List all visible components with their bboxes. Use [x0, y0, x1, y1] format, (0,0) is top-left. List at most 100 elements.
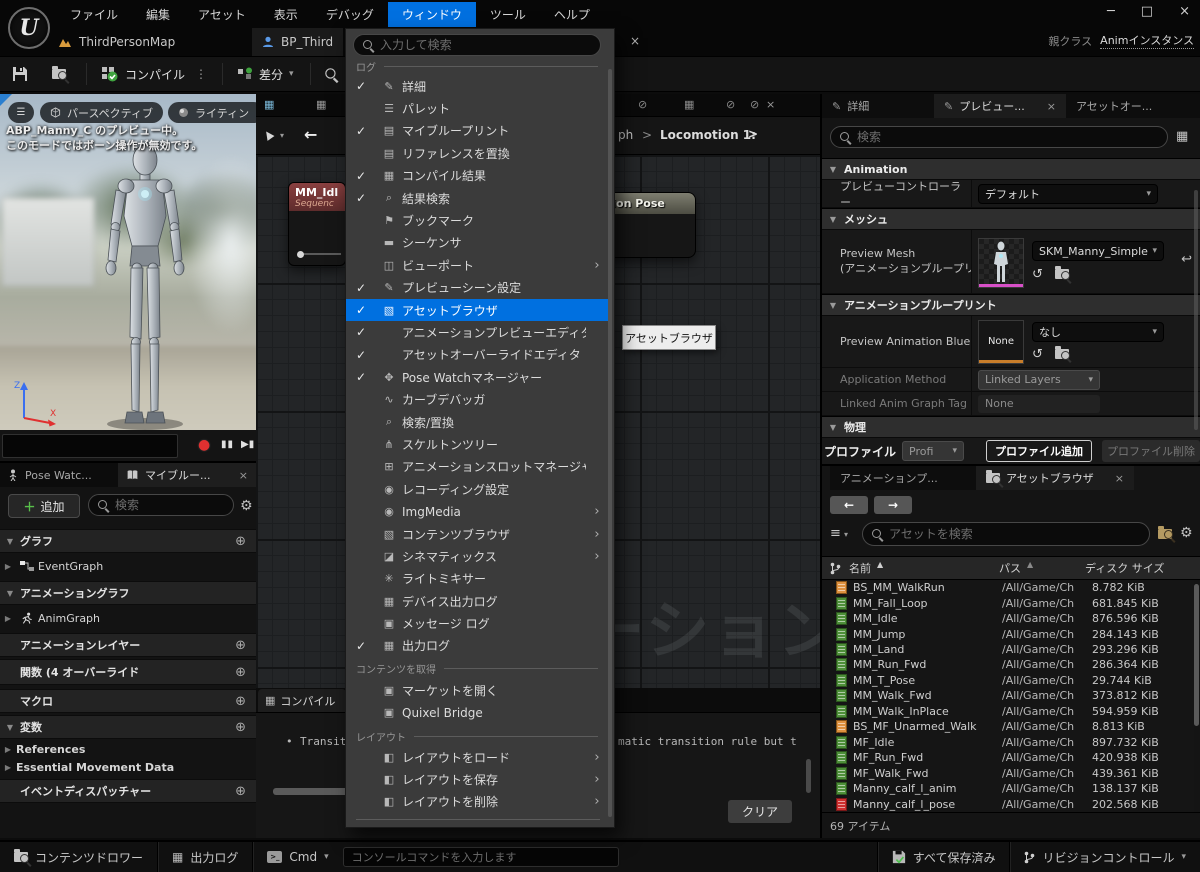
use-selected-asset-icon[interactable]: ↺: [1032, 347, 1043, 362]
menu-item[interactable]: ✓ ▣ マーケットを開く ›: [346, 679, 608, 701]
tab-close-icon[interactable]: ×: [630, 34, 640, 48]
menu-item[interactable]: ✓ ✎ プレビューシーン設定 ›: [346, 277, 608, 299]
asset-row[interactable]: MM_Run_Fwd /All/Game/Ch 286.364 KiB: [822, 657, 1194, 672]
output-log-button[interactable]: ▦ 出力ログ: [158, 842, 252, 872]
menu-item[interactable]: ✓ ⊞ アニメーションスロットマネージャー ›: [346, 456, 608, 478]
breadcrumb-parent[interactable]: ph: [618, 128, 633, 142]
menu-item[interactable]: ✓ ⌕ 結果検索 ›: [346, 187, 608, 209]
expand-caret-icon[interactable]: ▶: [0, 745, 16, 754]
step-forward-button[interactable]: ▶▮: [241, 439, 254, 450]
section-mesh[interactable]: ▼ メッシュ: [822, 208, 1200, 230]
menu-item[interactable]: ✓ ∿ カーブデバッガ ›: [346, 388, 608, 410]
menu-item[interactable]: ✓ ◧ レイアウトをロード ›: [346, 746, 608, 768]
menu-item[interactable]: ✓ アセットオーバーライドエディタ ›: [346, 344, 608, 366]
browse-asset-button[interactable]: [52, 69, 66, 79]
section-functions[interactable]: 関数 (4 オーバーライド ⊕: [0, 659, 256, 685]
asset-row[interactable]: MF_Idle /All/Game/Ch 897.732 KiB: [822, 735, 1194, 750]
tab-details[interactable]: ✎ 詳細: [822, 94, 934, 118]
menu-scrollbar[interactable]: [608, 69, 612, 817]
use-selected-asset-icon[interactable]: ↺: [1032, 267, 1043, 282]
column-header-path[interactable]: パス ▲: [999, 560, 1085, 576]
browse-to-asset-icon[interactable]: [1055, 349, 1069, 359]
asset-row[interactable]: Manny_calf_l_anim /All/Game/Ch 138.137 K…: [822, 781, 1194, 796]
asset-row[interactable]: BS_MM_WalkRun /All/Game/Ch 8.782 KiB: [822, 580, 1194, 595]
profile-add-button[interactable]: プロファイル追加: [986, 440, 1092, 462]
add-function-icon[interactable]: ⊕: [235, 665, 246, 680]
asset-row[interactable]: MM_Fall_Loop /All/Game/Ch 681.845 KiB: [822, 595, 1194, 610]
menu-item[interactable]: ✓ ▦ デバイス出力ログ ›: [346, 590, 608, 612]
menu-item[interactable]: ✓ ▬ シーケンサ ›: [346, 232, 608, 254]
clear-button[interactable]: クリア: [728, 800, 792, 823]
search-input[interactable]: [857, 130, 1159, 144]
diff-button[interactable]: 差分 ▾: [237, 66, 294, 83]
breadcrumb-more[interactable]: >: [748, 127, 758, 141]
preview-animbp-thumbnail[interactable]: None: [978, 320, 1024, 364]
section-event-dispatchers[interactable]: イベントディスパッチャー ⊕: [0, 779, 256, 803]
menu-item[interactable]: ✓ ◧ レイアウトを削除 ›: [346, 791, 608, 813]
find-icon[interactable]: [324, 67, 338, 81]
menu-item[interactable]: ✓ ✥ Pose Watchマネージャー ›: [346, 366, 608, 388]
filter-caret-icon[interactable]: ▾: [844, 530, 848, 539]
column-header-size[interactable]: ディスク サイズ: [1085, 560, 1164, 576]
asset-row[interactable]: MM_Idle /All/Game/Ch 876.596 KiB: [822, 611, 1194, 626]
menu-item[interactable]: ✓ ▣ Quixel Bridge ›: [346, 701, 608, 723]
menu-item[interactable]: ✓ ✎ 詳細 ›: [346, 75, 608, 97]
tree-item-essential-movement[interactable]: ▶ Essential Movement Data: [0, 759, 256, 775]
minimize-button[interactable]: ─: [1107, 4, 1115, 19]
asset-row[interactable]: MM_Land /All/Game/Ch 293.296 KiB: [822, 642, 1194, 657]
profile-remove-button[interactable]: プロファイル削除: [1102, 440, 1200, 462]
preview-viewport[interactable]: ☰ パースペクティブ ライティン ABP_Manny_C のプレビュー中。 この…: [0, 94, 256, 430]
menu-tools[interactable]: ツール: [476, 2, 540, 27]
graph-tab-icon[interactable]: ▦: [684, 98, 694, 111]
menu-item[interactable]: ✓ アニメーションプレビューエディタ ›: [346, 321, 608, 343]
node-mm-idle[interactable]: MM_Idl Sequenc: [288, 182, 346, 266]
revision-control-button[interactable]: リビジョンコントロール ▾: [1010, 842, 1200, 872]
preview-mesh-dropdown[interactable]: SKM_Manny_Simple ▾: [1032, 241, 1164, 261]
node-scrub-handle[interactable]: [297, 251, 304, 258]
menu-debug[interactable]: デバッグ: [312, 2, 388, 27]
column-source-icon[interactable]: [830, 562, 841, 575]
expand-caret-icon[interactable]: ▶: [0, 562, 16, 571]
column-header-name[interactable]: 名前 ▲: [849, 560, 999, 576]
add-layer-icon[interactable]: ⊕: [235, 638, 246, 653]
graph-tab-close-icon[interactable]: ×: [766, 98, 775, 111]
tab-close-icon[interactable]: ×: [239, 469, 248, 482]
add-macro-icon[interactable]: ⊕: [235, 694, 246, 709]
asset-row[interactable]: MF_Walk_Fwd /All/Game/Ch 439.361 KiB: [822, 765, 1194, 780]
add-button[interactable]: ＋ 追加: [8, 494, 80, 518]
search-input[interactable]: [115, 498, 225, 512]
menu-edit[interactable]: 編集: [132, 2, 184, 27]
tab-animation-sub[interactable]: アニメーションプ...: [830, 466, 976, 490]
tree-item-eventgraph[interactable]: ▶ EventGraph: [0, 555, 256, 577]
section-physics[interactable]: ▼ 物理: [822, 416, 1200, 438]
graph-tab-icon[interactable]: ▦: [264, 98, 274, 111]
menu-item[interactable]: ✓ ▦ コンパイル結果 ›: [346, 165, 608, 187]
menu-item[interactable]: ✓ ▧ アセットブラウザ ›: [346, 299, 608, 321]
detail-view-options-icon[interactable]: ▦: [1176, 129, 1188, 144]
preview-animbp-dropdown[interactable]: なし ▾: [1032, 322, 1164, 342]
tab-level[interactable]: ThirdPersonMap: [48, 28, 185, 56]
expand-caret-icon[interactable]: ▶: [0, 763, 16, 772]
perspective-button[interactable]: パースペクティブ: [40, 102, 163, 123]
details-scrollbar[interactable]: [1194, 190, 1198, 430]
section-graphs[interactable]: ▼ グラフ ⊕: [0, 529, 256, 553]
menu-search-input[interactable]: [380, 38, 592, 52]
tree-item-references[interactable]: ▶ References: [0, 741, 256, 757]
expand-caret-icon[interactable]: ▶: [0, 614, 16, 623]
menu-item[interactable]: ✓ ◧ レイアウトを保存 ›: [346, 768, 608, 790]
graph-tab-icon[interactable]: ⊘: [726, 98, 735, 111]
reset-to-default-icon[interactable]: ↩: [1181, 252, 1192, 267]
menu-item[interactable]: ✓ ◉ ImgMedia ›: [346, 500, 608, 522]
console-input[interactable]: [352, 851, 610, 864]
save-all-button[interactable]: すべて保存済み: [878, 842, 1010, 872]
menu-help[interactable]: ヘルプ: [540, 2, 604, 27]
console-input-box[interactable]: [343, 847, 619, 867]
menu-asset[interactable]: アセット: [184, 2, 260, 27]
tab-blueprint[interactable]: BP_Third: [252, 28, 343, 56]
lighting-button[interactable]: ライティン: [168, 102, 256, 123]
graph-tab-icon[interactable]: ⊘: [750, 98, 759, 111]
asset-row[interactable]: MM_T_Pose /All/Game/Ch 29.744 KiB: [822, 673, 1194, 688]
pointer-caret-icon[interactable]: ▾: [280, 131, 284, 140]
record-button[interactable]: ●: [198, 437, 210, 453]
tab-asset-override[interactable]: アセットオー...: [1066, 94, 1200, 118]
